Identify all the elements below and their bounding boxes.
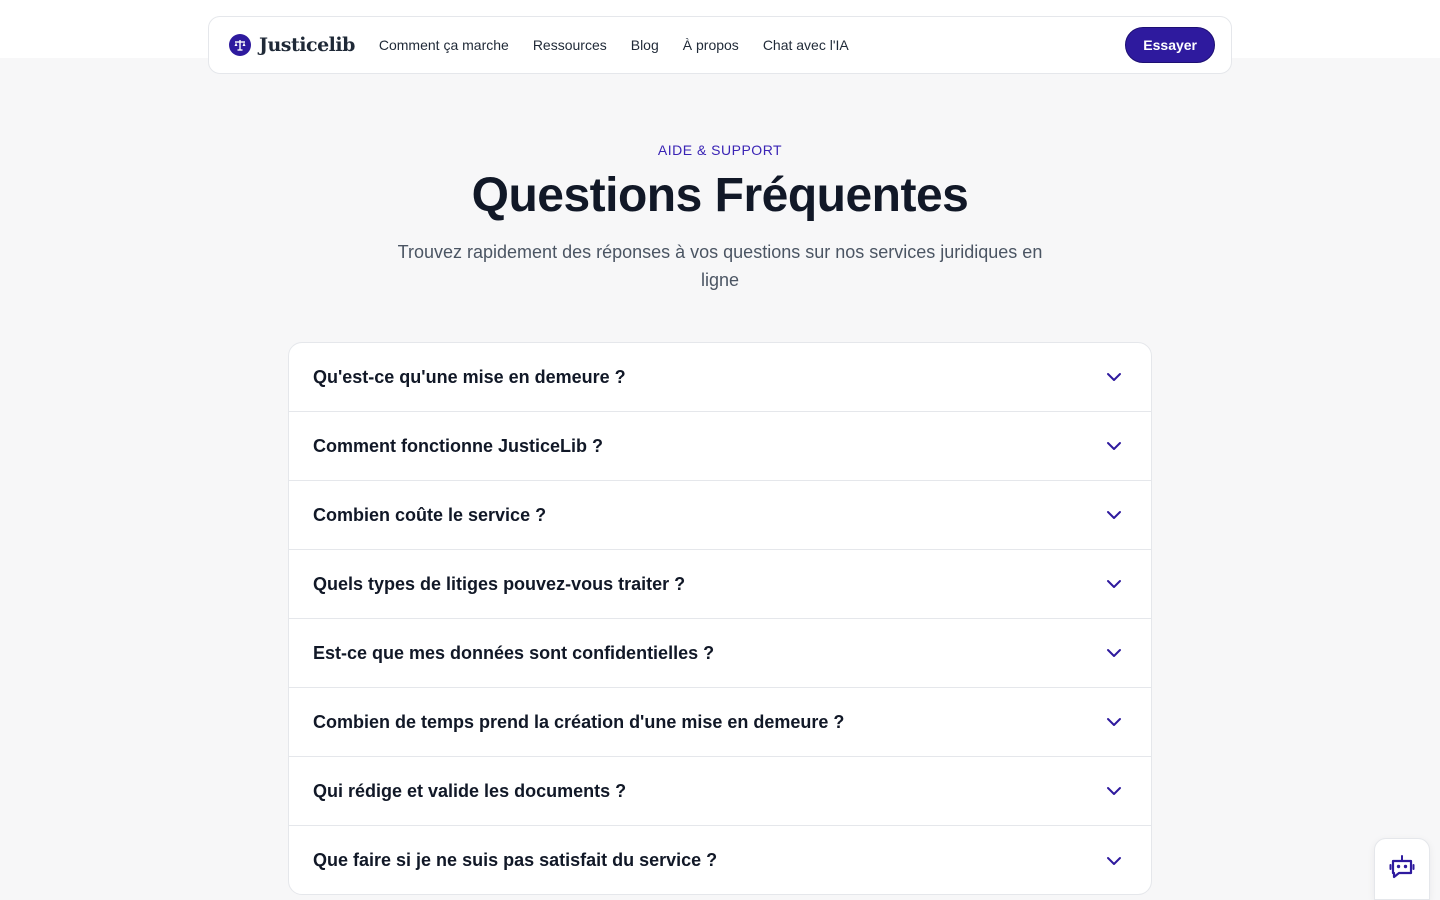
- chevron-down-icon[interactable]: [1104, 643, 1124, 663]
- nav-link-about[interactable]: À propos: [683, 37, 739, 53]
- top-navbar: Justicelib Comment ça marche Ressources …: [208, 16, 1232, 74]
- brand-name: Justicelib: [259, 34, 355, 56]
- try-button[interactable]: Essayer: [1125, 27, 1215, 63]
- faq-item-formal-notice[interactable]: Qu'est-ce qu'une mise en demeure ?: [289, 343, 1151, 412]
- faq-question: Est-ce que mes données sont confidentiel…: [313, 642, 715, 663]
- faq-question: Qu'est-ce qu'une mise en demeure ?: [313, 366, 626, 387]
- chevron-down-icon[interactable]: [1104, 851, 1124, 871]
- faq-item-dispute-types[interactable]: Quels types de litiges pouvez-vous trait…: [289, 550, 1151, 619]
- chevron-down-icon[interactable]: [1104, 574, 1124, 594]
- section-eyebrow: AIDE & SUPPORT: [657, 142, 783, 158]
- faq-accordion: Qu'est-ce qu'une mise en demeure ? Comme…: [288, 342, 1152, 895]
- nav-links: Comment ça marche Ressources Blog À prop…: [379, 37, 849, 53]
- nav-link-resources[interactable]: Ressources: [533, 37, 607, 53]
- nav-link-blog[interactable]: Blog: [631, 37, 659, 53]
- faq-question: Combien coûte le service ?: [313, 504, 547, 525]
- faq-item-confidentiality[interactable]: Est-ce que mes données sont confidentiel…: [289, 619, 1151, 688]
- chevron-down-icon[interactable]: [1104, 781, 1124, 801]
- faq-item-satisfaction[interactable]: Que faire si je ne suis pas satisfait du…: [289, 826, 1151, 894]
- page-title: Questions Fréquentes: [471, 169, 969, 222]
- page-subtitle: Trouvez rapidement des réponses à vos qu…: [397, 242, 1043, 290]
- chevron-down-icon[interactable]: [1104, 367, 1124, 387]
- chevron-down-icon[interactable]: [1104, 712, 1124, 732]
- chevron-down-icon[interactable]: [1104, 436, 1124, 456]
- nav-link-ai-chat[interactable]: Chat avec l'IA: [763, 37, 849, 53]
- faq-question: Combien de temps prend la création d'une…: [313, 711, 845, 732]
- chatbot-icon: [1389, 854, 1415, 885]
- brand-logo[interactable]: Justicelib: [229, 34, 355, 56]
- faq-question: Que faire si je ne suis pas satisfait du…: [313, 850, 718, 870]
- faq-question: Qui rédige et valide les documents ?: [313, 780, 627, 801]
- scales-icon: [229, 34, 251, 56]
- faq-question: Quels types de litiges pouvez-vous trait…: [313, 573, 686, 594]
- chevron-down-icon[interactable]: [1104, 505, 1124, 525]
- faq-question: Comment fonctionne JusticeLib ?: [313, 435, 604, 456]
- faq-item-pricing[interactable]: Combien coûte le service ?: [289, 481, 1151, 550]
- nav-link-how-it-works[interactable]: Comment ça marche: [379, 37, 509, 53]
- faq-item-who-writes[interactable]: Qui rédige et valide les documents ?: [289, 757, 1151, 826]
- faq-item-duration[interactable]: Combien de temps prend la création d'une…: [289, 688, 1151, 757]
- faq-item-how-it-works[interactable]: Comment fonctionne JusticeLib ?: [289, 412, 1151, 481]
- chat-widget-button[interactable]: [1374, 838, 1430, 900]
